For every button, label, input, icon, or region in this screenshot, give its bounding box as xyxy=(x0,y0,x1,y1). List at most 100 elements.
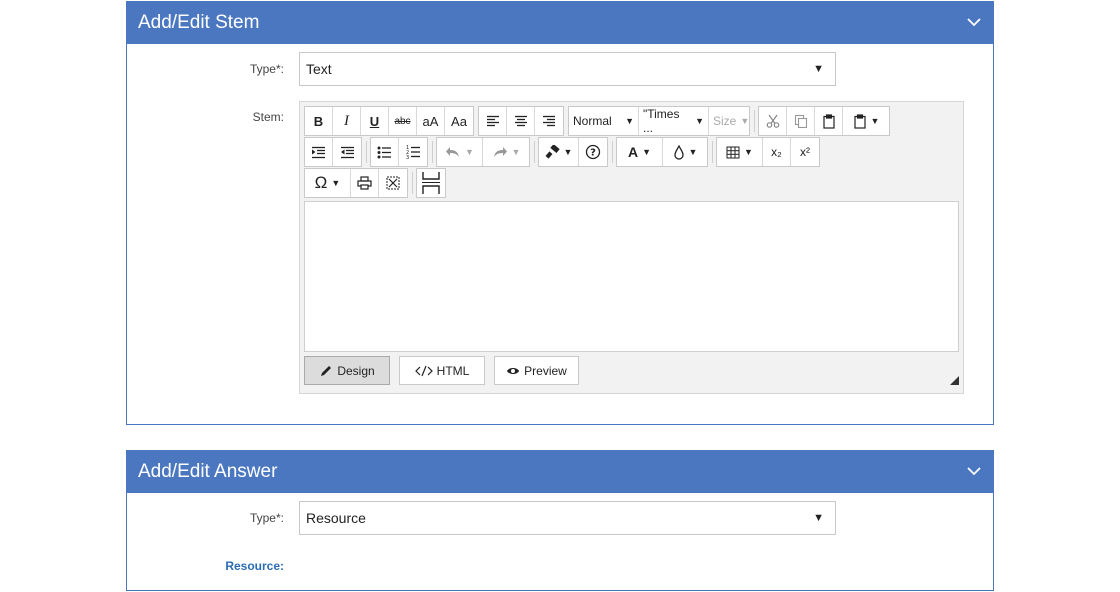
editor-content-area[interactable] xyxy=(304,201,959,352)
numbered-list-icon[interactable]: 123 xyxy=(399,138,427,166)
align-center-icon[interactable] xyxy=(507,107,535,135)
svg-text:3: 3 xyxy=(406,155,409,159)
caret-down-icon: ▼ xyxy=(563,147,573,157)
font-color-value: A xyxy=(627,144,639,160)
misc-group: Ω ▼ xyxy=(304,168,408,198)
titlecase-button[interactable]: Aa xyxy=(445,107,473,135)
eye-icon xyxy=(507,367,520,374)
toolbar-separator xyxy=(534,141,535,163)
caret-down-icon: ▼ xyxy=(813,63,824,75)
stem-type-label: Type*: xyxy=(249,62,284,76)
clipboard-group: ▼ xyxy=(758,106,890,136)
text-style-group: B I U abc aA Aa xyxy=(304,106,474,136)
html-mode-button[interactable]: HTML xyxy=(399,356,485,385)
stem-panel-header[interactable]: Add/Edit Stem xyxy=(127,1,993,44)
html-mode-label: HTML xyxy=(436,363,470,378)
caret-down-icon: ▼ xyxy=(642,147,652,157)
special-character-button[interactable]: Ω ▼ xyxy=(305,169,351,197)
caret-down-icon: ▼ xyxy=(465,147,474,157)
paste-special-icon[interactable]: ▼ xyxy=(843,107,889,135)
toolbar-separator xyxy=(366,141,367,163)
page-break-group xyxy=(416,168,446,198)
preview-mode-label: Preview xyxy=(524,363,567,378)
format-select[interactable]: Normal ▼ xyxy=(569,107,639,135)
code-icon xyxy=(414,365,433,376)
answer-type-value: Resource xyxy=(306,510,366,526)
rich-text-editor: B I U abc aA Aa Normal ▼ "Times ... ▼ Si… xyxy=(299,101,964,394)
bold-button[interactable]: B xyxy=(305,107,333,135)
stem-panel-title: Add/Edit Stem xyxy=(138,11,260,33)
special-character-value: Ω xyxy=(314,173,328,192)
toolbar-separator xyxy=(412,172,413,194)
design-mode-label: Design xyxy=(337,363,375,378)
font-size-select[interactable]: Size ▼ xyxy=(709,107,749,135)
tools-group: ▼ ? xyxy=(538,137,608,167)
format-painter-icon[interactable]: ▼ xyxy=(539,138,579,166)
stem-label: Stem: xyxy=(252,110,284,124)
toolbar-row-3: Ω ▼ xyxy=(304,168,450,198)
pencil-icon xyxy=(321,365,332,376)
copy-icon[interactable] xyxy=(787,107,815,135)
chevron-down-icon[interactable] xyxy=(965,14,983,32)
list-group: 123 xyxy=(370,137,428,167)
stem-panel: Add/Edit Stem Type*: Text ▼ Stem: B I U … xyxy=(126,1,994,425)
undo-icon[interactable]: ▼ xyxy=(437,138,483,166)
indent-icon[interactable] xyxy=(305,138,333,166)
toolbar-row-2: 123 ▼ ▼ ▼ ? A ▼ ▼ ▼ x₂ x² xyxy=(304,137,824,167)
font-name-select[interactable]: "Times ... ▼ xyxy=(639,107,709,135)
caret-down-icon: ▼ xyxy=(331,178,341,188)
print-icon[interactable] xyxy=(351,169,379,197)
format-value: Normal xyxy=(573,114,612,128)
caret-down-icon: ▼ xyxy=(511,147,521,157)
align-right-icon[interactable] xyxy=(535,107,563,135)
font-name-value: "Times ... xyxy=(643,107,680,135)
answer-type-label: Type*: xyxy=(249,511,284,525)
bulleted-list-icon[interactable] xyxy=(371,138,399,166)
toolbar-separator xyxy=(432,141,433,163)
subscript-button[interactable]: x₂ xyxy=(763,138,791,166)
font-color-button[interactable]: A ▼ xyxy=(617,138,663,166)
caret-down-icon: ▼ xyxy=(695,116,704,126)
superscript-button[interactable]: x² xyxy=(791,138,819,166)
underline-button[interactable]: U xyxy=(361,107,389,135)
answer-panel-header[interactable]: Add/Edit Answer xyxy=(127,450,993,493)
fullscreen-icon[interactable] xyxy=(379,169,407,197)
uppercase-button[interactable]: aA xyxy=(417,107,445,135)
italic-button[interactable]: I xyxy=(333,107,361,135)
toolbar-separator xyxy=(612,141,613,163)
design-mode-button[interactable]: Design xyxy=(304,356,390,385)
outdent-icon[interactable] xyxy=(333,138,361,166)
editor-mode-tabs: Design HTML Preview xyxy=(304,356,588,385)
caret-down-icon: ▼ xyxy=(813,512,824,524)
answer-type-select[interactable]: Resource ▼ xyxy=(299,501,836,535)
preview-mode-button[interactable]: Preview xyxy=(494,356,579,385)
paste-icon[interactable] xyxy=(815,107,843,135)
cut-icon[interactable] xyxy=(759,107,787,135)
help-icon[interactable]: ? xyxy=(579,138,607,166)
strikethrough-button[interactable]: abc xyxy=(389,107,417,135)
caret-down-icon: ▼ xyxy=(688,147,698,157)
caret-down-icon: ▼ xyxy=(740,116,750,126)
background-color-icon[interactable]: ▼ xyxy=(663,138,707,166)
toolbar-row-1: B I U abc aA Aa Normal ▼ "Times ... ▼ Si… xyxy=(304,106,894,136)
color-group: A ▼ ▼ xyxy=(616,137,708,167)
caret-down-icon: ▼ xyxy=(744,147,753,157)
stem-type-value: Text xyxy=(306,61,332,77)
align-group xyxy=(478,106,564,136)
table-icon[interactable]: ▼ xyxy=(717,138,763,166)
answer-panel: Add/Edit Answer Type*: Resource ▼ Resour… xyxy=(126,450,994,591)
redo-icon[interactable]: ▼ xyxy=(483,138,529,166)
page-break-icon[interactable] xyxy=(417,169,445,197)
stem-type-select[interactable]: Text ▼ xyxy=(299,52,836,86)
font-size-value: Size xyxy=(713,114,737,128)
svg-text:?: ? xyxy=(590,148,596,159)
insert-group: ▼ x₂ x² xyxy=(716,137,820,167)
font-group: Normal ▼ "Times ... ▼ Size ▼ xyxy=(568,106,750,136)
align-left-icon[interactable] xyxy=(479,107,507,135)
caret-down-icon: ▼ xyxy=(625,116,634,126)
caret-down-icon: ▼ xyxy=(870,116,880,126)
history-group: ▼ ▼ xyxy=(436,137,530,167)
resize-handle-icon[interactable] xyxy=(950,376,959,385)
chevron-down-icon[interactable] xyxy=(965,463,983,481)
toolbar-separator xyxy=(754,110,755,132)
